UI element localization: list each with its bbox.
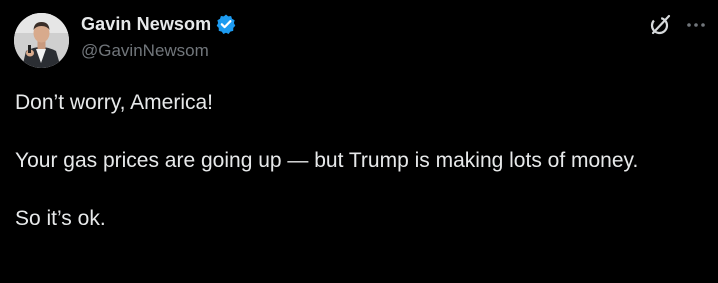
- tweet-line: So it’s ok.: [15, 207, 106, 230]
- avatar-photo: [14, 13, 69, 68]
- grok-icon[interactable]: [648, 13, 672, 37]
- author-handle[interactable]: @GavinNewsom: [81, 41, 209, 61]
- author-name-row: Gavin Newsom: [81, 12, 237, 36]
- author-display-name[interactable]: Gavin Newsom: [81, 14, 211, 35]
- tweet-line: Don’t worry, America!: [15, 91, 213, 114]
- tweet-line: Your gas prices are going up — but Trump…: [15, 149, 639, 172]
- tweet-text: Don’t worry, America! Your gas prices ar…: [15, 88, 695, 233]
- verified-badge-icon: [215, 13, 237, 35]
- avatar[interactable]: [14, 13, 69, 68]
- more-icon[interactable]: [685, 13, 707, 37]
- tweet-card: Gavin Newsom @GavinNewsom Don’t worry, A…: [0, 0, 718, 283]
